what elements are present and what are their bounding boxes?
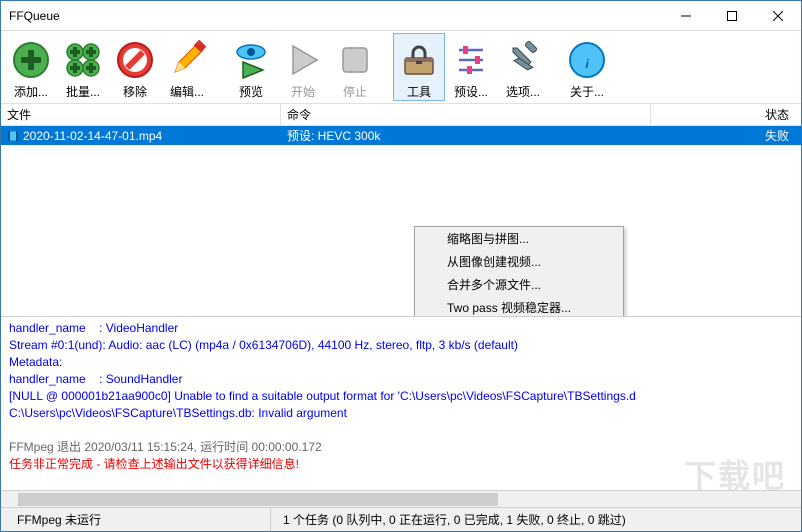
edit-icon	[165, 38, 209, 82]
maximize-button[interactable]	[709, 1, 755, 31]
add-label: 添加...	[14, 83, 48, 100]
window-buttons	[663, 1, 801, 31]
remove-label: 移除	[123, 83, 147, 100]
presets-button[interactable]: 预设...	[445, 33, 497, 101]
preview-button[interactable]: 预览	[225, 33, 277, 101]
job-list[interactable]: 2020-11-02-14-47-01.mp4 预设: HEVC 300k 失败…	[1, 126, 801, 316]
start-icon	[281, 38, 325, 82]
statusbar: FFMpeg 未运行 1 个任务 (0 队列中, 0 正在运行, 0 已完成, …	[1, 507, 801, 531]
presets-icon	[449, 38, 493, 82]
scrollbar-thumb[interactable]	[18, 493, 498, 506]
log-line: : VideoHandler	[99, 321, 178, 335]
about-label: 关于...	[570, 83, 604, 100]
log-line: FFMpeg 退出 2020/03/11 15:15:24, 运行时间 00:0…	[9, 439, 793, 456]
log-output[interactable]: handler_name : VideoHandler Stream #0:1(…	[1, 316, 801, 490]
minimize-button[interactable]	[663, 1, 709, 31]
menu-thumbs[interactable]: 缩略图与拼图...	[415, 227, 623, 250]
log-line: Metadata:	[9, 354, 793, 371]
tools-icon	[397, 38, 441, 82]
titlebar: FFQueue	[1, 1, 801, 31]
log-line: [NULL @ 000001b21aa900c0] Unable to find…	[9, 388, 793, 405]
tools-label: 工具	[407, 83, 431, 100]
batch-label: 批量...	[66, 83, 100, 100]
close-button[interactable]	[755, 1, 801, 31]
row-file: 2020-11-02-14-47-01.mp4	[23, 129, 162, 143]
header-file[interactable]: 文件	[1, 104, 281, 125]
preview-label: 预览	[239, 83, 263, 100]
menu-twopass[interactable]: Two pass 视频稳定器...	[415, 296, 623, 316]
start-label: 开始	[291, 83, 315, 100]
menu-concat[interactable]: 合并多个源文件...	[415, 273, 623, 296]
log-line: C:\Users\pc\Videos\FSCapture\TBSettings.…	[9, 405, 793, 422]
batch-icon	[61, 38, 105, 82]
log-line: handler_name	[9, 321, 86, 335]
remove-icon	[113, 38, 157, 82]
log-line: Stream #0:1(und): Audio: aac (LC) (mp4a …	[9, 337, 793, 354]
header-status[interactable]: 状态	[651, 104, 801, 125]
batch-button[interactable]: 批量...	[57, 33, 109, 101]
list-header: 文件 命令 状态	[1, 104, 801, 126]
add-button[interactable]: 添加...	[5, 33, 57, 101]
tools-menu: 缩略图与拼图... 从图像创建视频... 合并多个源文件... Two pass…	[414, 226, 624, 316]
row-command: 预设: HEVC 300k	[281, 127, 651, 144]
edit-button[interactable]: 编辑...	[161, 33, 213, 101]
status-right: 1 个任务 (0 队列中, 0 正在运行, 0 已完成, 1 失败, 0 终止,…	[271, 511, 801, 528]
about-icon: i	[565, 38, 609, 82]
horizontal-scrollbar[interactable]	[1, 490, 801, 507]
options-button[interactable]: 选项...	[497, 33, 549, 101]
log-line: : SoundHandler	[99, 372, 182, 386]
row-status: 失败	[651, 127, 801, 144]
window-title: FFQueue	[9, 9, 663, 23]
options-label: 选项...	[506, 83, 540, 100]
tools-button[interactable]: 工具	[393, 33, 445, 101]
file-icon	[7, 130, 19, 142]
presets-label: 预设...	[454, 83, 488, 100]
preview-icon	[229, 38, 273, 82]
table-row[interactable]: 2020-11-02-14-47-01.mp4 预设: HEVC 300k 失败	[1, 126, 801, 145]
add-icon	[9, 38, 53, 82]
header-command[interactable]: 命令	[281, 104, 651, 125]
about-button[interactable]: i 关于...	[561, 33, 613, 101]
remove-button[interactable]: 移除	[109, 33, 161, 101]
edit-label: 编辑...	[170, 83, 204, 100]
options-icon	[501, 38, 545, 82]
menu-from-images[interactable]: 从图像创建视频...	[415, 250, 623, 273]
log-line-error: 任务非正常完成 - 请检查上述输出文件以获得详细信息!	[9, 456, 793, 473]
toolbar: 添加... 批量... 移除 编辑... 预览 开始 停止 工具 预设... 选…	[1, 31, 801, 104]
stop-icon	[333, 38, 377, 82]
stop-label: 停止	[343, 83, 367, 100]
status-left: FFMpeg 未运行	[1, 508, 271, 531]
log-line: handler_name	[9, 372, 86, 386]
start-button[interactable]: 开始	[277, 33, 329, 101]
stop-button[interactable]: 停止	[329, 33, 381, 101]
